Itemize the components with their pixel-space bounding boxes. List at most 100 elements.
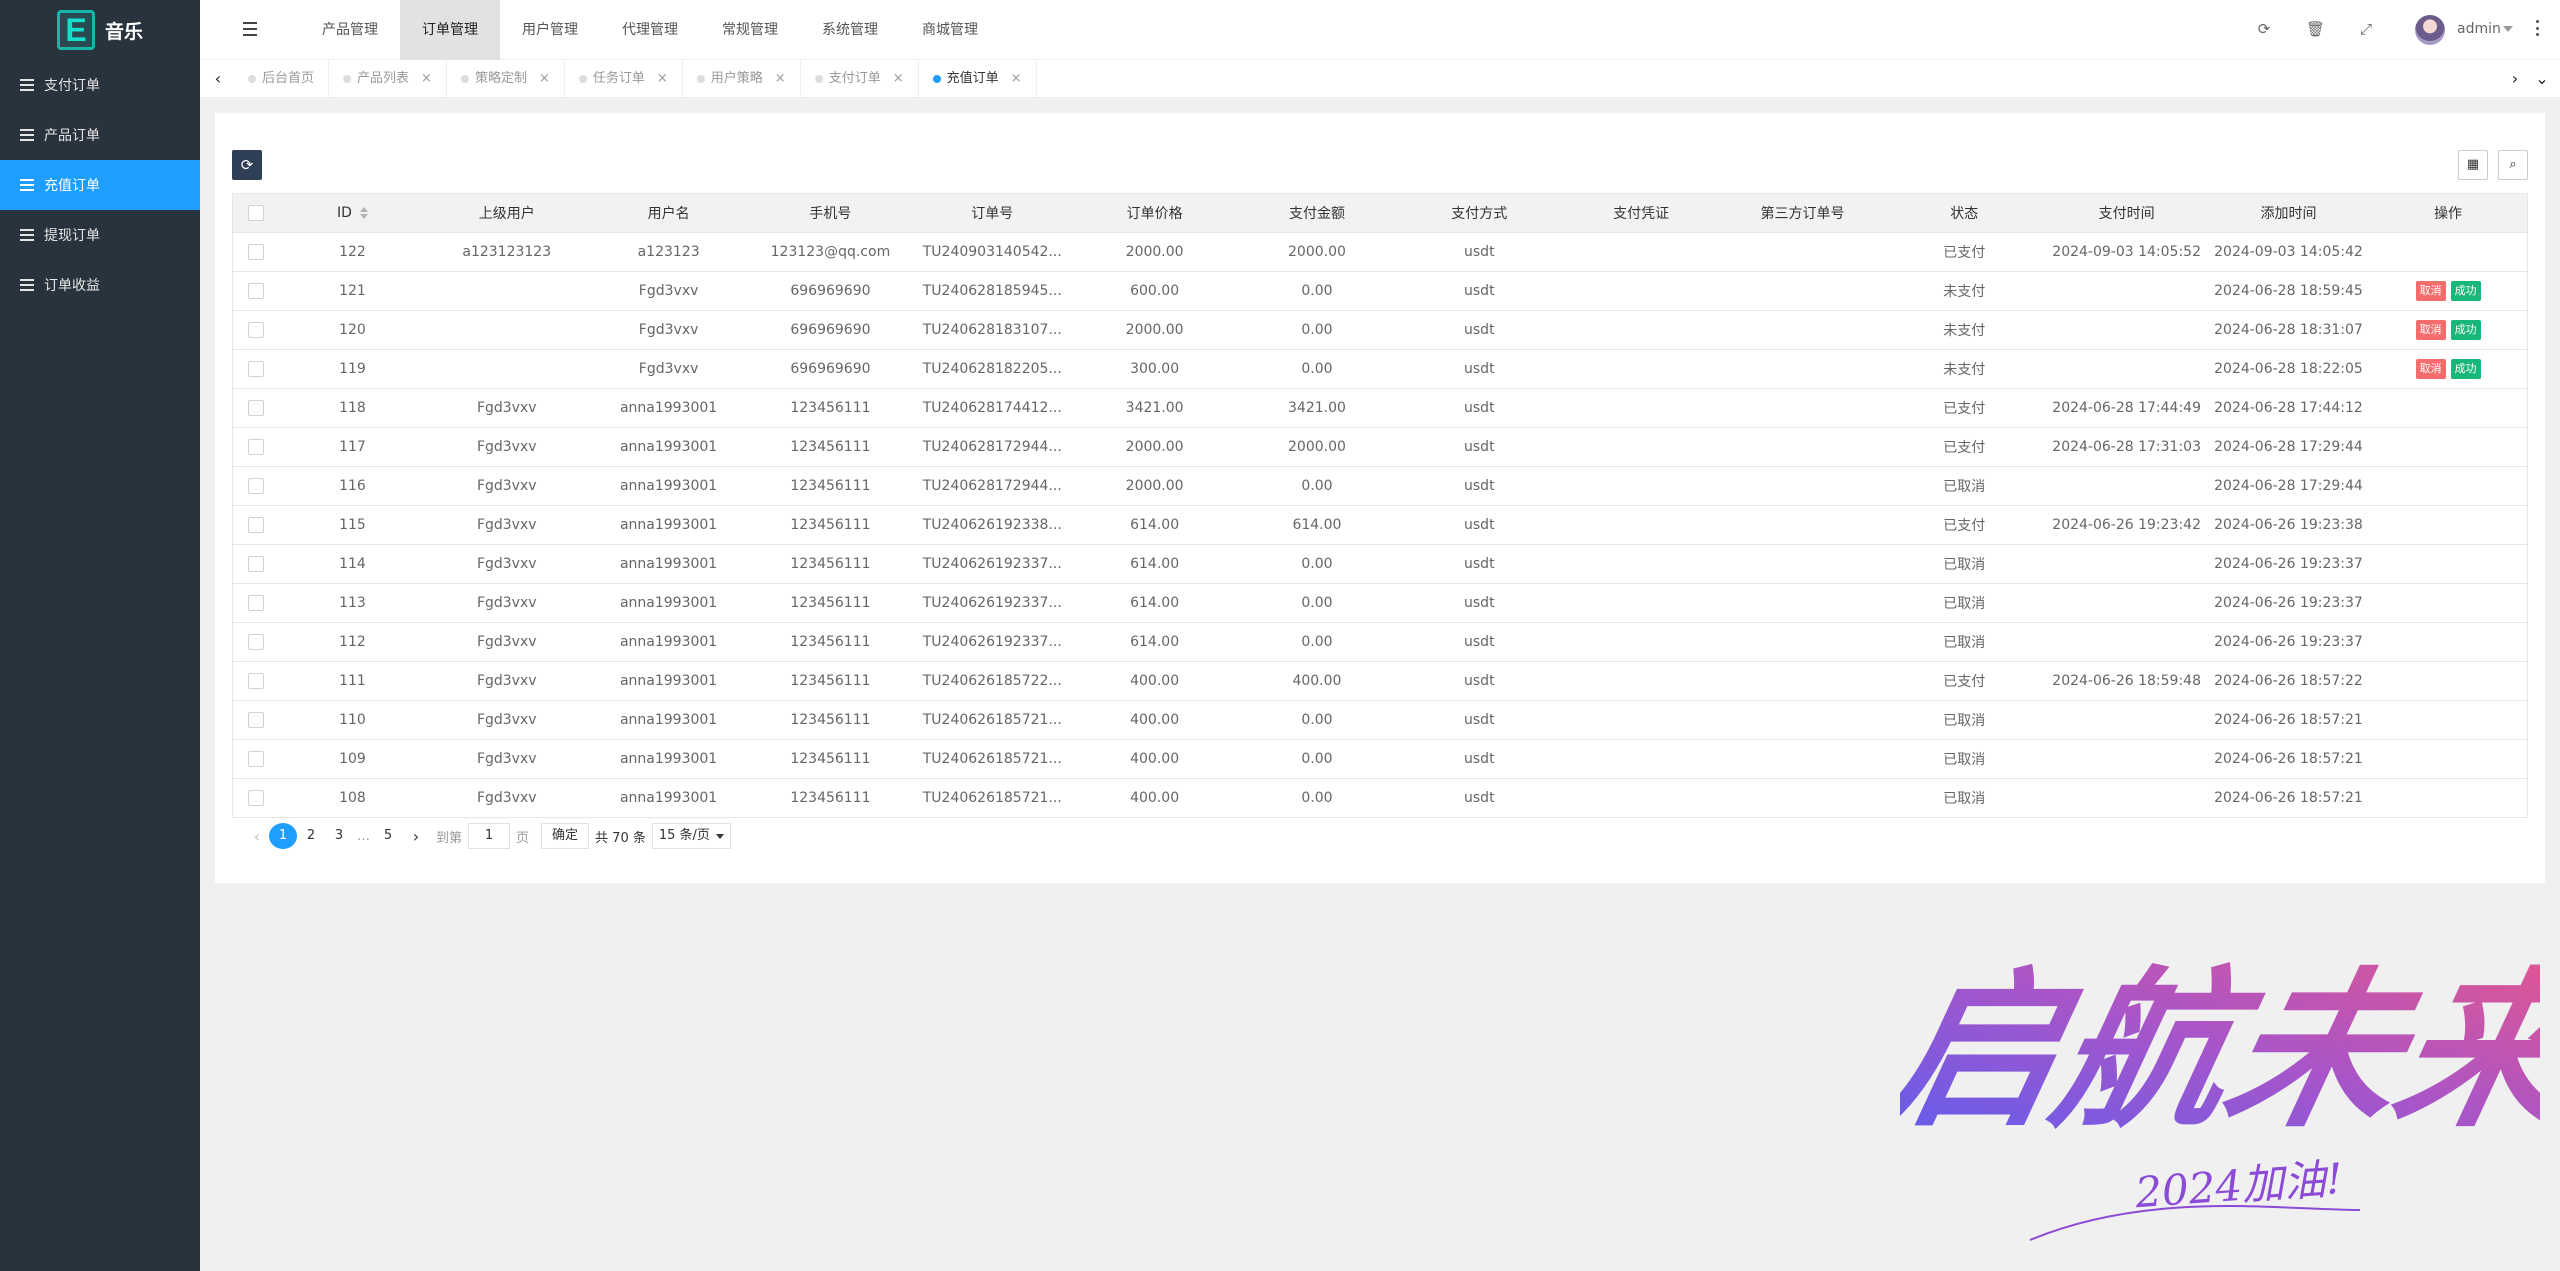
row-select-cell [232, 739, 279, 779]
sidebar-item-2[interactable]: 充值订单 [0, 160, 200, 210]
tab-prev-icon[interactable]: ‹ [206, 60, 230, 98]
row-checkbox[interactable] [247, 283, 264, 299]
table-cell: 123456111 [749, 739, 912, 779]
tab-0[interactable]: 后台首页 [234, 60, 330, 98]
page-size-select[interactable]: 15 条/页 [651, 823, 731, 849]
close-icon[interactable]: × [421, 60, 432, 98]
table-row: 121 Fgd3vxv 696969690 TU240628185945... 600.… [232, 271, 2528, 311]
table-cell: 123456111 [749, 544, 912, 584]
avatar[interactable] [2415, 15, 2445, 45]
cancel-button[interactable]: 取消 [2415, 281, 2446, 301]
row-checkbox[interactable] [247, 400, 264, 416]
tab-1[interactable]: 产品列表 × [329, 60, 447, 98]
table-cell [1560, 349, 1722, 389]
success-button[interactable]: 成功 [2450, 359, 2481, 379]
top-nav-item-5[interactable]: 系统管理 [800, 0, 900, 60]
row-checkbox[interactable] [247, 751, 264, 767]
table-cell: usdt [1398, 544, 1561, 584]
close-icon[interactable]: × [775, 60, 786, 98]
top-nav-item-2[interactable]: 用户管理 [500, 0, 600, 60]
goto-page-input[interactable]: 1 [468, 823, 511, 849]
table-cell: TU240626185721... [911, 700, 1074, 740]
sort-icon[interactable] [359, 207, 368, 219]
table-cell [1560, 271, 1722, 311]
list-icon [20, 79, 34, 91]
more-icon[interactable] [2536, 20, 2540, 36]
page-1[interactable]: 1 [269, 823, 297, 849]
table-refresh-button[interactable]: ⟳ [232, 150, 262, 180]
menu-toggle-icon[interactable] [243, 22, 257, 36]
top-nav-item-3[interactable]: 代理管理 [600, 0, 700, 60]
close-icon[interactable]: × [1011, 60, 1022, 98]
close-icon[interactable]: × [539, 60, 550, 98]
sidebar-item-0[interactable]: 支付订单 [0, 60, 200, 110]
row-checkbox[interactable] [247, 361, 264, 377]
row-checkbox[interactable] [247, 439, 264, 455]
table-cell [1721, 739, 1884, 779]
table-cell: anna1993001 [587, 583, 750, 623]
close-icon[interactable]: × [657, 60, 668, 98]
table-cell: 2024-06-26 18:59:48 [2045, 661, 2208, 701]
success-button[interactable]: 成功 [2450, 281, 2481, 301]
tab-dot-icon [814, 75, 823, 83]
cancel-button[interactable]: 取消 [2415, 359, 2446, 379]
table-row: 111 Fgd3vxv anna1993001 123456111 TU24062618… [232, 661, 2528, 701]
table-cell: Fgd3vxv [426, 661, 588, 701]
close-icon[interactable]: × [893, 60, 904, 98]
tab-next-icon[interactable]: › [2503, 60, 2527, 98]
sidebar-item-label: 产品订单 [44, 128, 100, 144]
top-nav-item-1[interactable]: 订单管理 [400, 0, 500, 60]
sidebar-item-4[interactable]: 订单收益 [0, 260, 200, 310]
user-caret-icon[interactable] [2503, 26, 2513, 32]
page-last[interactable]: 5 [374, 823, 402, 849]
table-cell [2045, 583, 2208, 623]
page-3[interactable]: 3 [325, 823, 353, 849]
cancel-button[interactable]: 取消 [2415, 320, 2446, 340]
row-checkbox[interactable] [247, 712, 264, 728]
row-checkbox[interactable] [247, 478, 264, 494]
top-nav-item-4[interactable]: 常规管理 [700, 0, 800, 60]
tab-menu-icon[interactable]: ⌄ [2530, 60, 2554, 98]
next-page-icon[interactable]: › [402, 827, 430, 846]
tab-6[interactable]: 充值订单 × [919, 60, 1037, 98]
refresh-icon[interactable]: ⟳ [2255, 20, 2273, 38]
table-cell: TU240626185721... [911, 778, 1074, 818]
fullscreen-icon[interactable]: ⤢ [2357, 20, 2375, 38]
column-header[interactable]: ID [278, 193, 427, 233]
search-icon[interactable]: ⌕ [2498, 150, 2528, 180]
logo-icon: E [56, 10, 95, 50]
columns-filter-icon[interactable]: ▦ [2458, 150, 2488, 180]
logo[interactable]: E 音乐 [0, 0, 200, 60]
sidebar-item-1[interactable]: 产品订单 [0, 110, 200, 160]
row-checkbox[interactable] [247, 556, 264, 572]
row-checkbox[interactable] [247, 244, 264, 260]
top-nav-item-0[interactable]: 产品管理 [300, 0, 400, 60]
row-checkbox[interactable] [247, 517, 264, 533]
prev-page-icon[interactable]: ‹ [245, 827, 269, 846]
success-button[interactable]: 成功 [2450, 320, 2481, 340]
goto-confirm-button[interactable]: 确定 [541, 823, 590, 849]
tab-2[interactable]: 策略定制 × [447, 60, 565, 98]
table-cell [2045, 544, 2208, 584]
page-2[interactable]: 2 [297, 823, 325, 849]
table-cell: 2024-06-26 18:57:21 [2207, 739, 2370, 779]
row-checkbox[interactable] [247, 595, 264, 611]
table-cell: 3421.00 [1235, 388, 1399, 428]
select-all-checkbox[interactable] [247, 205, 264, 221]
table-cell: 0.00 [1235, 739, 1399, 779]
table-cell: 614.00 [1235, 505, 1399, 545]
trash-icon[interactable]: 🗑 [2306, 20, 2325, 38]
sidebar-item-3[interactable]: 提现订单 [0, 210, 200, 260]
top-nav-item-6[interactable]: 商城管理 [900, 0, 1000, 60]
tab-3[interactable]: 任务订单 × [565, 60, 683, 98]
row-checkbox[interactable] [247, 790, 264, 806]
row-checkbox[interactable] [247, 322, 264, 338]
user-name[interactable]: admin [2457, 21, 2501, 37]
tab-5[interactable]: 支付订单 × [801, 60, 919, 98]
row-checkbox[interactable] [247, 673, 264, 689]
table-row: 122 a123123123 a123123 123123@qq.com TU24090… [232, 232, 2528, 272]
tab-4[interactable]: 用户策略 × [683, 60, 801, 98]
row-checkbox[interactable] [247, 634, 264, 650]
table-cell [426, 271, 588, 311]
table-cell: 2024-06-26 19:23:37 [2207, 544, 2370, 584]
